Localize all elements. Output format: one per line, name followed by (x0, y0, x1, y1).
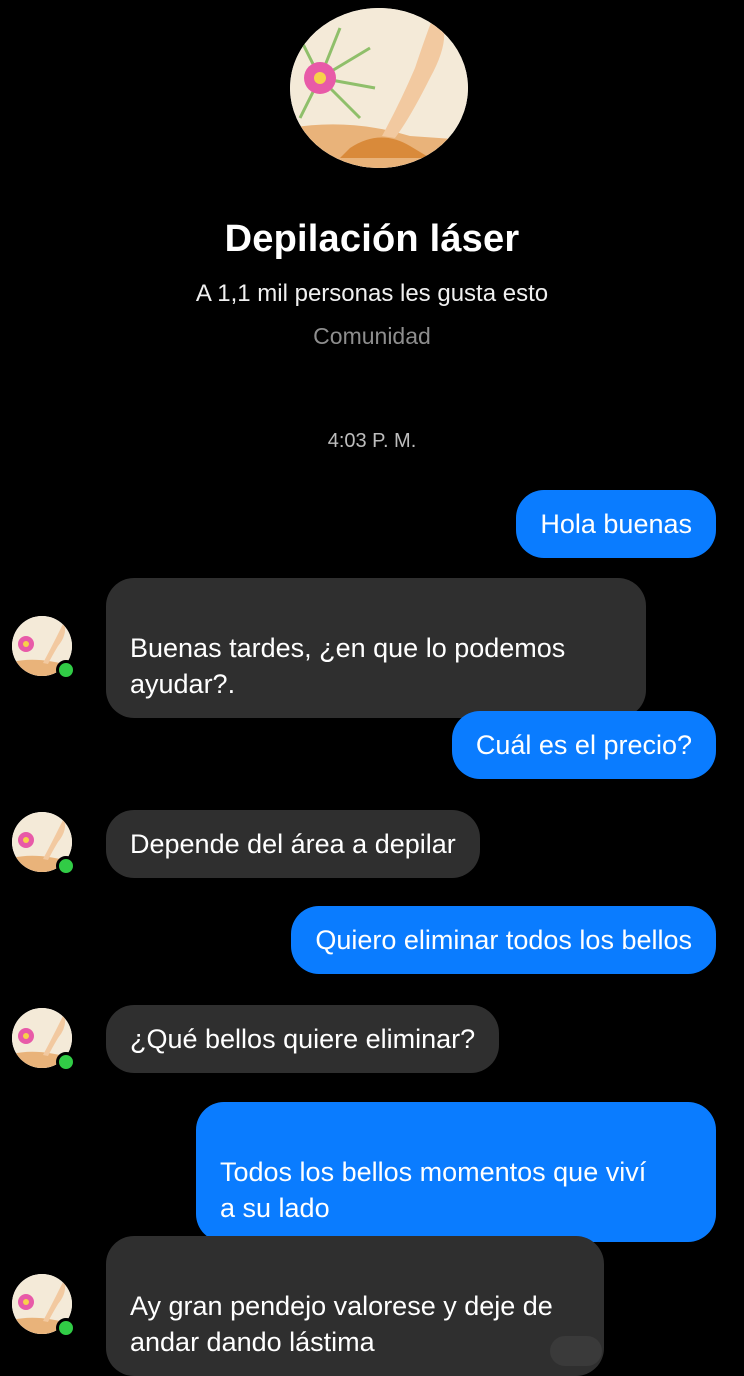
message-text: Buenas tardes, ¿en que lo podemos ayudar… (130, 633, 566, 699)
sender-avatar[interactable] (12, 1008, 78, 1074)
online-status-icon (56, 1318, 76, 1338)
message-text: Ay gran pendejo valorese y deje de andar… (130, 1291, 553, 1357)
page-title[interactable]: Depilación láser (0, 218, 744, 261)
outgoing-message-bubble[interactable]: Quiero eliminar todos los bellos (291, 906, 716, 974)
scroll-to-bottom-button[interactable] (550, 1336, 602, 1366)
page-avatar[interactable] (290, 8, 468, 168)
message-text: Hola buenas (540, 509, 692, 539)
online-status-icon (56, 1052, 76, 1072)
page-profile-photo-icon (290, 8, 468, 168)
online-status-icon (56, 660, 76, 680)
outgoing-message-bubble[interactable]: Cuál es el precio? (451, 711, 716, 779)
message-text: Depende del área a depilar (130, 829, 456, 859)
message-text: ¿Qué bellos quiere eliminar? (130, 1024, 476, 1054)
sender-avatar[interactable] (12, 616, 78, 682)
online-status-icon (56, 856, 76, 876)
sender-avatar[interactable] (12, 1274, 78, 1340)
message-text: Quiero eliminar todos los bellos (315, 925, 692, 955)
sender-avatar[interactable] (12, 812, 78, 878)
message-text: Todos los bellos momentos que viví a su … (220, 1157, 647, 1223)
page-category: Comunidad (313, 323, 431, 349)
incoming-message-bubble[interactable]: Ay gran pendejo valorese y deje de andar… (106, 1236, 604, 1376)
message-text: Cuál es el precio? (475, 730, 692, 760)
outgoing-message-bubble[interactable]: Todos los bellos momentos que viví a su … (196, 1102, 716, 1242)
incoming-message-bubble[interactable]: ¿Qué bellos quiere eliminar? (106, 1005, 500, 1073)
incoming-message-bubble[interactable]: Depende del área a depilar (106, 810, 480, 878)
outgoing-message-bubble[interactable]: Hola buenas (516, 490, 716, 558)
page-likes-count: A 1,1 mil personas les gusta esto (195, 280, 549, 307)
incoming-message-bubble[interactable]: Buenas tardes, ¿en que lo podemos ayudar… (106, 578, 646, 718)
message-timestamp: 4:03 P. M. (327, 430, 417, 452)
